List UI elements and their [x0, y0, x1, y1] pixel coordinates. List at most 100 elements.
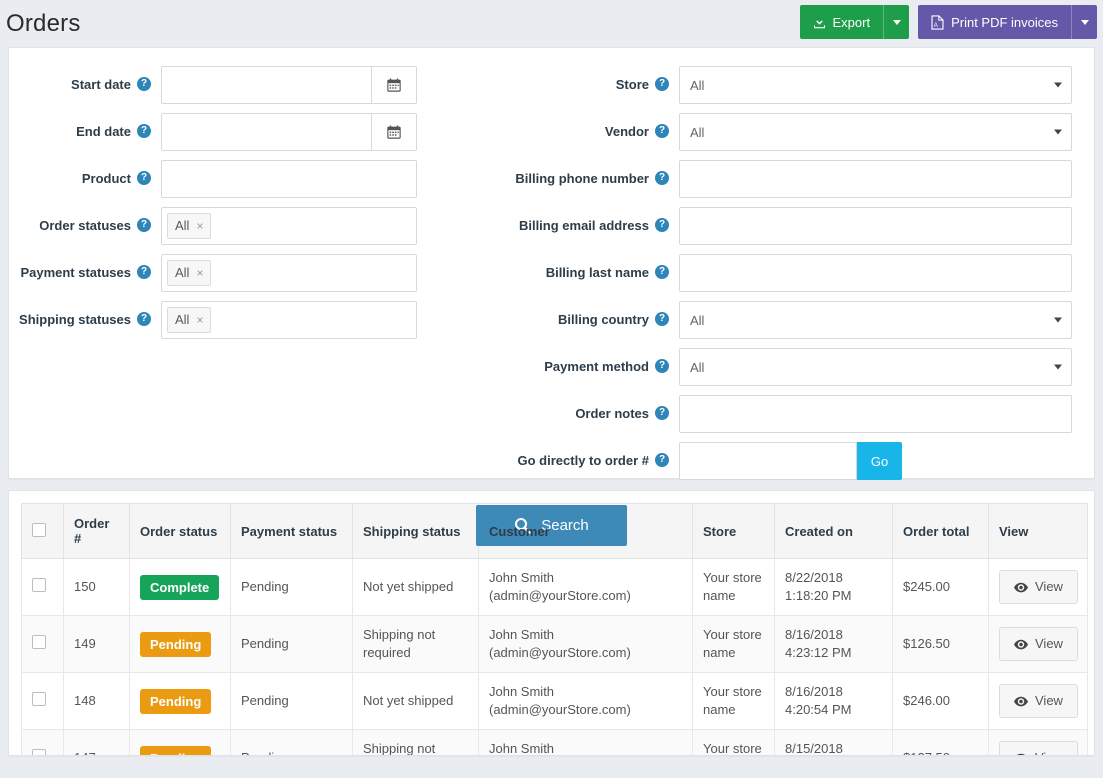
cell-store: Your store name — [693, 673, 775, 730]
payment-method-select-value: All — [690, 360, 704, 375]
column-header-store[interactable]: Store — [693, 504, 775, 559]
order-notes-input[interactable] — [679, 395, 1072, 433]
print-pdf-dropdown-toggle[interactable] — [1071, 5, 1097, 39]
payment-statuses-multiselect[interactable]: All × — [161, 254, 417, 292]
column-header-created-on[interactable]: Created on — [775, 504, 893, 559]
filter-label-vendor: Vendor ? — [479, 113, 679, 140]
status-badge: Pending — [140, 689, 211, 714]
calendar-icon[interactable] — [372, 113, 417, 151]
help-icon[interactable]: ? — [137, 171, 151, 185]
billing-email-input[interactable] — [679, 207, 1072, 245]
vendor-select[interactable]: All — [679, 113, 1072, 151]
view-button[interactable]: View — [999, 684, 1078, 718]
view-button[interactable]: View — [999, 570, 1078, 604]
column-header-order-id[interactable]: Order # — [64, 504, 130, 559]
view-button-label: View — [1035, 692, 1063, 710]
store-select-value: All — [690, 78, 704, 93]
column-header-shipping-status[interactable]: Shipping status — [353, 504, 479, 559]
select-all-checkbox[interactable] — [32, 523, 46, 537]
cell-shipping-status: Shipping not required — [353, 730, 479, 757]
print-pdf-button-group: A Print PDF invoices — [918, 5, 1097, 39]
filter-columns: Start date ? End date ? — [9, 66, 1094, 489]
help-icon[interactable]: ? — [137, 124, 151, 138]
status-badge: Complete — [140, 575, 219, 600]
row-checkbox[interactable] — [32, 578, 46, 592]
shipping-statuses-token[interactable]: All × — [167, 307, 211, 333]
help-icon[interactable]: ? — [655, 406, 669, 420]
row-checkbox[interactable] — [32, 635, 46, 649]
column-header-order-total[interactable]: Order total — [893, 504, 989, 559]
export-button-group: Export — [800, 5, 910, 39]
order-statuses-multiselect[interactable]: All × — [161, 207, 417, 245]
billing-country-select[interactable]: All — [679, 301, 1072, 339]
help-icon[interactable]: ? — [137, 77, 151, 91]
shipping-statuses-multiselect[interactable]: All × — [161, 301, 417, 339]
help-icon[interactable]: ? — [655, 453, 669, 467]
help-icon[interactable]: ? — [655, 171, 669, 185]
token-remove-icon[interactable]: × — [196, 312, 203, 328]
view-button-label: View — [1035, 635, 1063, 653]
payment-method-select[interactable]: All — [679, 348, 1072, 386]
token-label: All — [175, 218, 189, 234]
filter-row-billing-last-name: Billing last name ? — [479, 254, 1094, 292]
cell-order-id: 147 — [64, 730, 130, 757]
print-pdf-invoices-button[interactable]: A Print PDF invoices — [918, 5, 1071, 39]
cell-order-total: $126.50 — [893, 616, 989, 673]
product-input[interactable] — [161, 160, 417, 198]
billing-country-select-value: All — [690, 313, 704, 328]
filter-label-billing-email: Billing email address ? — [479, 207, 679, 234]
view-button-label: View — [1035, 749, 1063, 756]
help-icon[interactable]: ? — [655, 218, 669, 232]
page-header: Orders Export A Print PDF invoices — [0, 0, 1103, 47]
help-icon[interactable]: ? — [137, 312, 151, 326]
order-statuses-token[interactable]: All × — [167, 213, 211, 239]
filter-label-shipping-statuses: Shipping statuses ? — [9, 301, 161, 328]
svg-text:A: A — [934, 21, 939, 28]
row-checkbox[interactable] — [32, 749, 46, 757]
cell-order-status: Pending — [130, 616, 231, 673]
start-date-input[interactable] — [161, 66, 372, 104]
cell-order-status: Pending — [130, 673, 231, 730]
eye-icon — [1014, 696, 1028, 707]
billing-last-name-input[interactable] — [679, 254, 1072, 292]
help-icon[interactable]: ? — [655, 359, 669, 373]
row-checkbox[interactable] — [32, 692, 46, 706]
calendar-icon[interactable] — [372, 66, 417, 104]
cell-customer: John Smith (admin@yourStore.com) — [479, 730, 693, 757]
row-select-cell — [22, 616, 64, 673]
billing-phone-input[interactable] — [679, 160, 1072, 198]
download-icon — [813, 16, 826, 29]
store-select[interactable]: All — [679, 66, 1072, 104]
help-icon[interactable]: ? — [137, 218, 151, 232]
go-button[interactable]: Go — [857, 442, 902, 480]
payment-statuses-token[interactable]: All × — [167, 260, 211, 286]
help-icon[interactable]: ? — [655, 265, 669, 279]
column-header-payment-status[interactable]: Payment status — [231, 504, 353, 559]
token-remove-icon[interactable]: × — [196, 265, 203, 281]
end-date-input[interactable] — [161, 113, 372, 151]
chevron-down-icon — [1054, 83, 1062, 88]
help-icon[interactable]: ? — [655, 77, 669, 91]
help-icon[interactable]: ? — [137, 265, 151, 279]
vendor-select-value: All — [690, 125, 704, 140]
chevron-down-icon — [1081, 20, 1089, 25]
cell-shipping-status: Not yet shipped — [353, 559, 479, 616]
table-row: 149 Pending Pending Shipping not require… — [22, 616, 1088, 673]
filter-row-order-statuses: Order statuses ? All × — [9, 207, 479, 245]
export-dropdown-toggle[interactable] — [883, 5, 909, 39]
cell-order-status: Complete — [130, 559, 231, 616]
go-to-order-input[interactable] — [679, 442, 857, 480]
chevron-down-icon — [1054, 365, 1062, 370]
view-button[interactable]: View — [999, 741, 1078, 756]
cell-customer: John Smith (admin@yourStore.com) — [479, 559, 693, 616]
export-button-label: Export — [833, 15, 871, 30]
token-remove-icon[interactable]: × — [196, 218, 203, 234]
token-label: All — [175, 312, 189, 328]
view-button[interactable]: View — [999, 627, 1078, 661]
filter-label-order-notes: Order notes ? — [479, 395, 679, 422]
help-icon[interactable]: ? — [655, 312, 669, 326]
help-icon[interactable]: ? — [655, 124, 669, 138]
column-header-order-status[interactable]: Order status — [130, 504, 231, 559]
export-button[interactable]: Export — [800, 5, 884, 39]
cell-payment-status: Pending — [231, 673, 353, 730]
